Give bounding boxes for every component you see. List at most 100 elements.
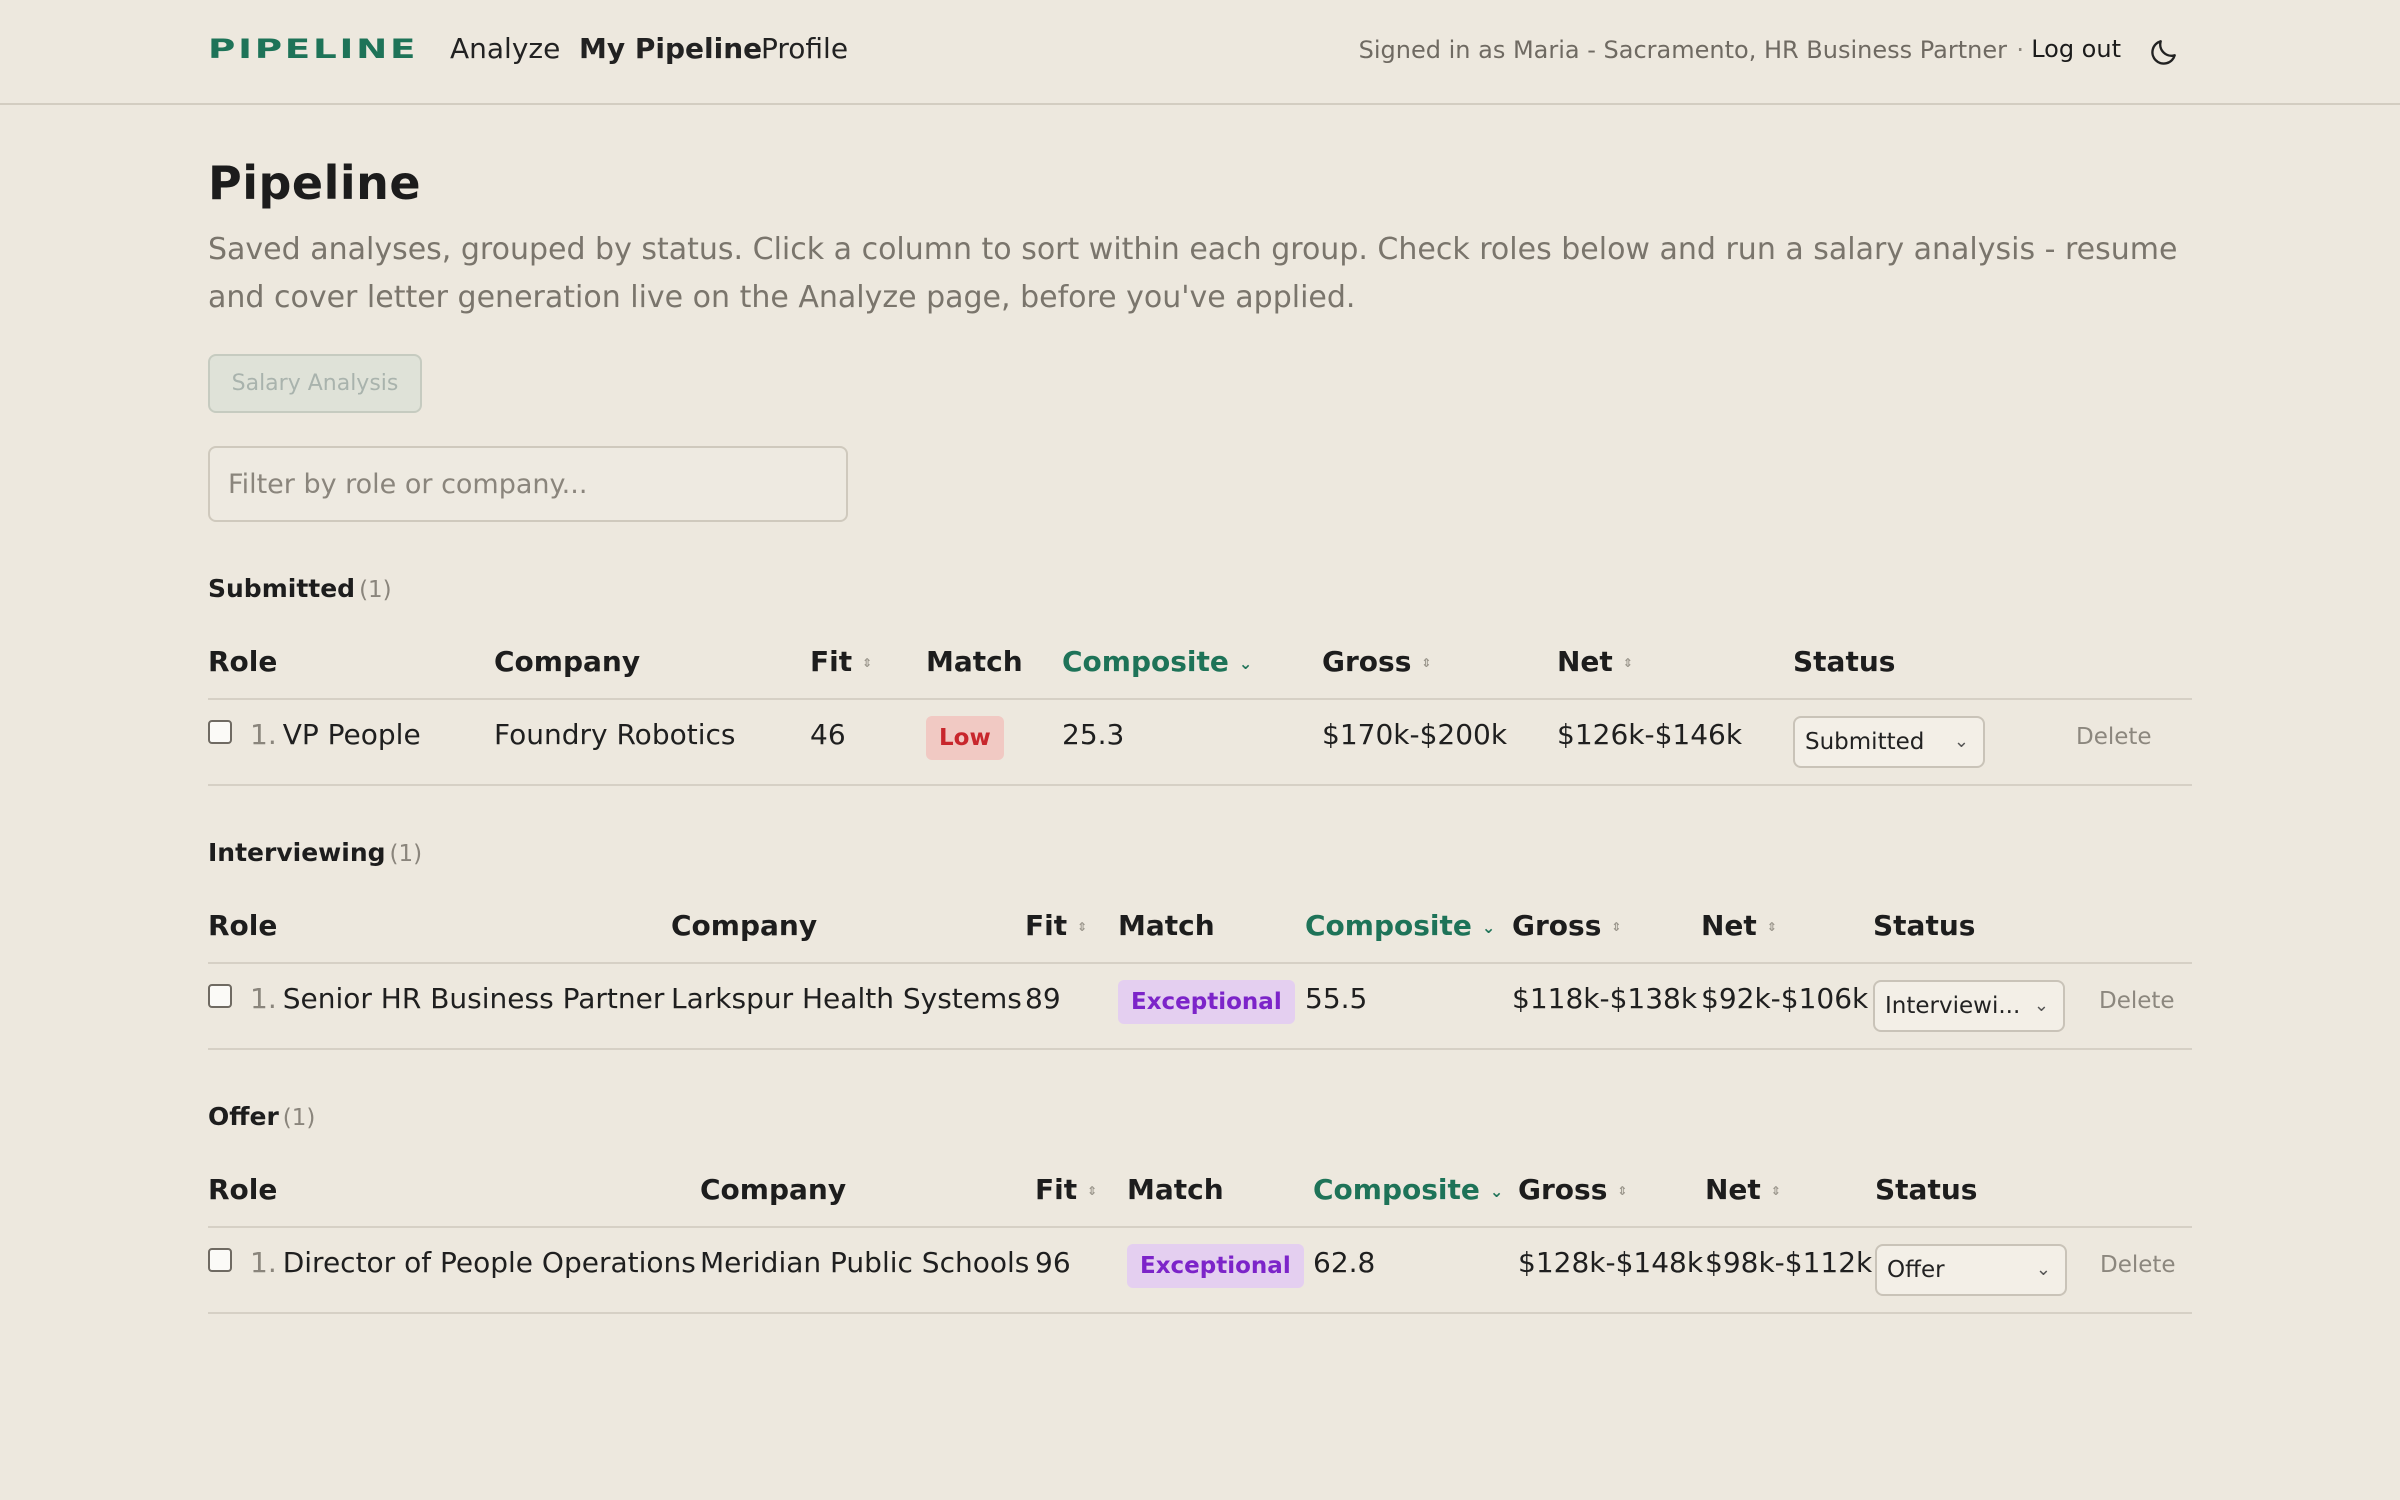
chevron-down-icon: ⌄	[1953, 731, 1969, 752]
fit-cell: 46	[810, 718, 846, 751]
composite-cell: 55.5	[1305, 982, 1368, 1015]
nav-analyze[interactable]: Analyze	[450, 32, 560, 65]
group-count: (1)	[389, 841, 423, 867]
col-gross[interactable]: Gross ⇕	[1322, 645, 1431, 678]
row-number: 1.	[250, 1246, 277, 1279]
col-status[interactable]: Status	[1873, 909, 1975, 942]
composite-cell: 25.3	[1062, 718, 1125, 751]
group-name: Interviewing	[208, 838, 386, 867]
status-select-value: Interviewi...	[1885, 993, 2021, 1019]
group-title-interviewing: Interviewing (1)	[208, 838, 422, 867]
col-role[interactable]: Role	[208, 645, 277, 678]
sort-icon: ⇕	[1087, 1184, 1098, 1198]
status-select[interactable]: Offer ⌄	[1875, 1244, 2067, 1296]
col-match[interactable]: Match	[1127, 1173, 1224, 1206]
col-status[interactable]: Status	[1793, 645, 1895, 678]
group-count: (1)	[359, 577, 392, 603]
top-nav: PIPELINE Analyze My Pipeline Profile Sig…	[0, 0, 2400, 105]
net-cell: $126k-$146k	[1557, 718, 1743, 751]
company-cell: Larkspur Health Systems	[671, 982, 1022, 1015]
col-composite[interactable]: Composite ⌄	[1062, 645, 1252, 678]
logout-button[interactable]: Log out	[2031, 35, 2121, 63]
header-divider	[208, 1226, 2192, 1228]
delete-button[interactable]: Delete	[2099, 988, 2175, 1014]
role-cell[interactable]: 1. Senior HR Business Partner	[250, 982, 664, 1015]
chevron-down-icon: ⌄	[1489, 1181, 1504, 1201]
role-cell[interactable]: 1. VP People	[250, 718, 421, 751]
nav-separator: ·	[2016, 36, 2024, 64]
col-net[interactable]: Net ⇕	[1557, 645, 1633, 678]
row-number: 1.	[250, 718, 277, 751]
col-net-label: Net	[1557, 645, 1613, 678]
sort-icon: ⇕	[1622, 656, 1633, 670]
nav-my-pipeline[interactable]: My Pipeline	[579, 32, 762, 65]
header-divider	[208, 962, 2192, 964]
group-count: (1)	[282, 1105, 316, 1131]
group-name: Offer	[208, 1102, 279, 1131]
chevron-down-icon: ⌄	[1238, 653, 1253, 673]
col-composite-label: Composite	[1062, 645, 1229, 678]
col-role[interactable]: Role	[208, 1173, 277, 1206]
col-fit-label: Fit	[810, 645, 853, 678]
col-net[interactable]: Net ⇕	[1705, 1173, 1781, 1206]
col-company[interactable]: Company	[671, 909, 817, 942]
col-fit-label: Fit	[1025, 909, 1068, 942]
status-select[interactable]: Submitted ⌄	[1793, 716, 1985, 768]
salary-analysis-button[interactable]: Salary Analysis	[208, 354, 422, 413]
col-fit[interactable]: Fit ⇕	[1025, 909, 1087, 942]
col-fit[interactable]: Fit ⇕	[1035, 1173, 1097, 1206]
row-divider	[208, 1312, 2192, 1314]
status-select-value: Offer	[1887, 1257, 1945, 1283]
col-net-label: Net	[1705, 1173, 1761, 1206]
col-match[interactable]: Match	[1118, 909, 1215, 942]
chevron-down-icon: ⌄	[2035, 1259, 2051, 1280]
col-composite-label: Composite	[1305, 909, 1472, 942]
sort-icon: ⇕	[1766, 920, 1777, 934]
col-net-label: Net	[1701, 909, 1757, 942]
app-logo[interactable]: PIPELINE	[208, 34, 418, 65]
role-name: VP People	[282, 718, 421, 751]
sort-icon: ⇕	[1421, 656, 1432, 670]
role-cell[interactable]: 1. Director of People Operations	[250, 1246, 696, 1279]
sort-icon: ⇕	[862, 656, 873, 670]
row-checkbox[interactable]	[208, 984, 232, 1008]
col-composite[interactable]: Composite ⌄	[1313, 1173, 1503, 1206]
row-number: 1.	[250, 982, 277, 1015]
col-company[interactable]: Company	[700, 1173, 846, 1206]
row-checkbox[interactable]	[208, 720, 232, 744]
signed-in-text: Signed in as Maria - Sacramento, HR Busi…	[1358, 36, 2007, 64]
sort-icon: ⇕	[1617, 1184, 1628, 1198]
col-gross-label: Gross	[1512, 909, 1602, 942]
col-status[interactable]: Status	[1875, 1173, 1977, 1206]
header-divider	[208, 698, 2192, 700]
moon-icon[interactable]	[2148, 36, 2180, 68]
row-checkbox[interactable]	[208, 1248, 232, 1272]
fit-cell: 89	[1025, 982, 1061, 1015]
nav-profile[interactable]: Profile	[761, 32, 848, 65]
row-divider	[208, 1048, 2192, 1050]
col-composite[interactable]: Composite ⌄	[1305, 909, 1495, 942]
company-cell: Meridian Public Schools	[700, 1246, 1030, 1279]
filter-input[interactable]	[208, 446, 848, 522]
col-net[interactable]: Net ⇕	[1701, 909, 1777, 942]
col-role[interactable]: Role	[208, 909, 277, 942]
page-title: Pipeline	[208, 156, 422, 210]
col-match[interactable]: Match	[926, 645, 1023, 678]
delete-button[interactable]: Delete	[2100, 1252, 2176, 1278]
col-fit[interactable]: Fit ⇕	[810, 645, 872, 678]
status-select[interactable]: Interviewi... ⌄	[1873, 980, 2065, 1032]
fit-cell: 96	[1035, 1246, 1071, 1279]
match-badge: Exceptional	[1118, 980, 1295, 1024]
col-gross[interactable]: Gross ⇕	[1518, 1173, 1627, 1206]
net-cell: $98k-$112k	[1705, 1246, 1873, 1279]
net-cell: $92k-$106k	[1701, 982, 1869, 1015]
composite-cell: 62.8	[1313, 1246, 1376, 1279]
chevron-down-icon: ⌄	[1481, 917, 1496, 937]
sort-icon: ⇕	[1077, 920, 1088, 934]
col-gross-label: Gross	[1518, 1173, 1608, 1206]
col-gross[interactable]: Gross ⇕	[1512, 909, 1621, 942]
col-company[interactable]: Company	[494, 645, 640, 678]
delete-button[interactable]: Delete	[2076, 724, 2152, 750]
status-select-value: Submitted	[1805, 729, 1925, 755]
role-name: Senior HR Business Partner	[282, 982, 665, 1015]
